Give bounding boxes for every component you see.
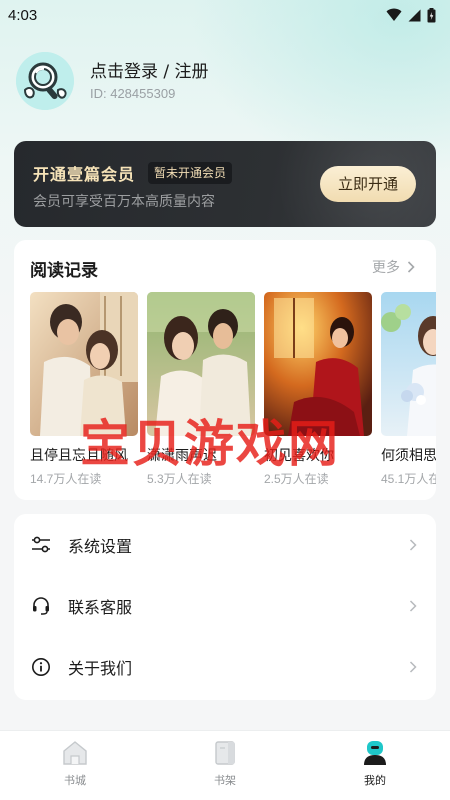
reading-history-card: 阅读记录 更多 且停且忘且随风 14.7万人在读 潇潇雨声迟 5.3万人在读 初… — [14, 240, 436, 500]
tab-mine[interactable]: 我的 — [300, 731, 450, 800]
book-item[interactable]: 初见喜欢你 2.5万人在读 — [264, 292, 372, 487]
signal-icon — [408, 9, 421, 22]
book-cover[interactable] — [30, 292, 138, 436]
book-title: 潇潇雨声迟 — [147, 448, 217, 464]
tab-label: 我的 — [364, 774, 386, 787]
chevron-right-icon — [409, 660, 417, 673]
avatar[interactable] — [16, 52, 74, 110]
book-item[interactable]: 且停且忘且随风 14.7万人在读 — [30, 292, 138, 487]
book-readers: 45.1万人在读 — [381, 472, 436, 486]
settings-list: 系统设置 联系客服 关于我们 — [14, 514, 436, 700]
tab-bookstore[interactable]: 书城 — [0, 731, 150, 800]
vip-status-badge: 暂未开通会员 — [148, 162, 233, 184]
book-item[interactable]: 潇潇雨声迟 5.3万人在读 — [147, 292, 255, 487]
chevron-right-icon — [407, 261, 415, 273]
settings-item-system[interactable]: 系统设置 — [14, 514, 436, 575]
default-avatar-icon — [16, 52, 74, 110]
more-label: 更多 — [372, 260, 400, 276]
headset-icon — [30, 595, 52, 617]
profile-header[interactable]: 点击登录 / 注册 ID: 428455309 — [16, 52, 209, 110]
book-item[interactable]: 何须相思 45.1万人在读 — [381, 292, 436, 487]
status-time: 4:03 — [8, 6, 38, 24]
reading-history-list: 且停且忘且随风 14.7万人在读 潇潇雨声迟 5.3万人在读 初见喜欢你 2.5… — [30, 292, 436, 487]
book-title: 何须相思 — [381, 448, 436, 464]
tab-label: 书架 — [214, 774, 236, 787]
settings-item-about[interactable]: 关于我们 — [14, 636, 436, 697]
chevron-right-icon — [409, 599, 417, 612]
reading-history-title: 阅读记录 — [30, 261, 98, 281]
settings-item-support[interactable]: 联系客服 — [14, 575, 436, 636]
book-title: 且停且忘且随风 — [30, 448, 128, 464]
book-readers: 5.3万人在读 — [147, 472, 212, 486]
book-title: 初见喜欢你 — [264, 448, 334, 464]
vip-title: 开通壹篇会员 — [33, 165, 136, 184]
activate-vip-button[interactable]: 立即开通 — [320, 166, 416, 202]
status-icons — [386, 7, 436, 23]
book-cover[interactable] — [147, 292, 255, 436]
home-icon — [63, 741, 87, 765]
user-id: ID: 428455309 — [90, 86, 176, 101]
settings-item-label: 联系客服 — [68, 597, 133, 617]
profile-icon — [364, 741, 386, 765]
vip-description: 会员可享受百万本高质量内容 — [33, 194, 215, 210]
wifi-icon — [386, 8, 402, 22]
info-icon — [30, 656, 52, 678]
book-readers: 14.7万人在读 — [30, 472, 102, 486]
book-cover[interactable] — [264, 292, 372, 436]
vip-membership-card[interactable]: 开通壹篇会员 暂未开通会员 会员可享受百万本高质量内容 立即开通 — [14, 141, 436, 227]
tab-label: 书城 — [64, 774, 86, 787]
settings-item-label: 关于我们 — [68, 658, 133, 678]
sliders-icon — [30, 534, 52, 556]
settings-item-label: 系统设置 — [68, 536, 133, 556]
bottom-tab-bar: 书城 书架 我的 — [0, 730, 450, 800]
book-readers: 2.5万人在读 — [264, 472, 329, 486]
battery-icon — [427, 7, 436, 23]
reading-history-more-link[interactable]: 更多 — [372, 257, 418, 277]
chevron-right-icon — [409, 538, 417, 551]
tab-bookshelf[interactable]: 书架 — [150, 731, 300, 800]
book-cover[interactable] — [381, 292, 436, 436]
login-register-link[interactable]: 点击登录 / 注册 — [90, 61, 209, 83]
status-bar: 4:03 — [0, 0, 450, 30]
bookshelf-icon — [215, 741, 235, 765]
